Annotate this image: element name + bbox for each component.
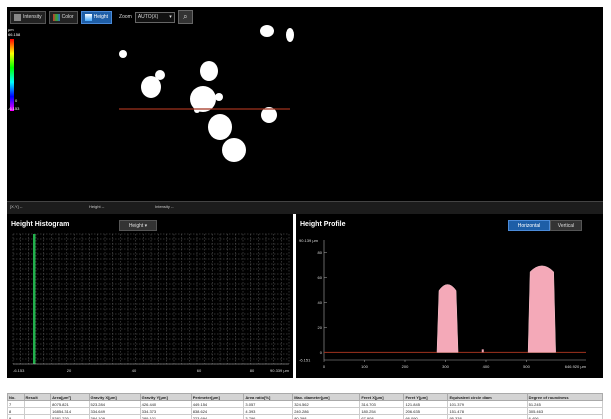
x-tick-label: 400	[483, 364, 490, 369]
y-max-label: 90.139 μm	[299, 238, 319, 243]
table-cell: 314.703	[359, 400, 405, 408]
x-tick-label: 40	[132, 368, 137, 373]
table-cell: 324.562	[292, 400, 361, 408]
table-cell: 80.398	[292, 414, 361, 419]
table-cell: 3.057	[243, 400, 294, 408]
particle	[260, 25, 274, 37]
table-cell: 206.635	[403, 407, 449, 415]
x-tick-label: 0	[323, 364, 326, 369]
table-cell	[23, 407, 52, 415]
table-cell: 7	[7, 400, 25, 408]
profile-peak	[436, 284, 459, 353]
table-cell: 6.406	[526, 414, 603, 419]
table-cell: 67.908	[359, 414, 405, 419]
y-tick-label: 80	[318, 250, 323, 255]
table-cell: 334.649	[88, 407, 141, 415]
table-header-cell[interactable]: Gravity X[μm]	[88, 393, 141, 401]
y-min-label: -6.151	[299, 358, 311, 363]
particle	[155, 70, 165, 80]
table-header-cell[interactable]: Max. diameter[μm]	[292, 393, 361, 401]
particle	[119, 50, 127, 58]
table-cell: 305.463	[526, 407, 603, 415]
table-cell: 240.286	[292, 407, 361, 415]
x-tick-label: 60	[197, 368, 202, 373]
y-tick-label: 60	[318, 275, 323, 280]
table-cell: 8075.821	[50, 400, 90, 408]
height-profile-panel: Height Profile Horizontal Vertical 90.13…	[296, 214, 603, 378]
table-cell: 289.101	[139, 414, 192, 419]
x-tick-label: 200	[402, 364, 409, 369]
histogram-chart: -6.153 20 40 60 80 90.339 μm	[12, 233, 290, 373]
particle-image	[119, 25, 294, 162]
x-tick-label: 90.339 μm	[270, 368, 290, 373]
height-readout: Height --	[89, 204, 105, 209]
table-header-cell[interactable]: Perimeter[μm]	[190, 393, 245, 401]
table-header-cell[interactable]: Feret X[μm]	[359, 393, 405, 401]
table-cell: 3.796	[243, 414, 294, 419]
table-cell: 5381.220	[50, 414, 90, 419]
x-tick-label: 500	[523, 364, 530, 369]
table-header-cell[interactable]: Feret Y[μm]	[403, 393, 449, 401]
table-cell: 51.245	[526, 400, 603, 408]
x-tick-label: 300	[442, 364, 449, 369]
table-cell: 101.379	[447, 400, 528, 408]
table-cell: 151.478	[447, 407, 528, 415]
status-bar: [X,Y] -- Height -- Intensity --	[7, 201, 603, 214]
particle	[190, 86, 216, 112]
x-tick-label: -6.153	[13, 368, 25, 373]
particle	[215, 93, 223, 101]
table-cell: 180.254	[359, 407, 405, 415]
table-row[interactable]: 7 8075.821 523.284 426.440 449.154 3.057 324.5…	[7, 400, 603, 408]
height-histogram-panel: Height Histogram Height ▾ -6.153 20 40 60 80…	[7, 214, 293, 378]
table-header-cell[interactable]: Area ratio[%]	[243, 393, 294, 401]
table-cell: 426.440	[139, 400, 192, 408]
particle	[286, 28, 294, 42]
table-cell: 9	[7, 414, 25, 419]
particles	[119, 25, 294, 162]
table-cell: 384.109	[88, 414, 141, 419]
table-cell: 523.284	[88, 400, 141, 408]
table-header-cell[interactable]: Area[μm²]	[50, 393, 90, 401]
table-cell: 838.624	[190, 407, 245, 415]
particle	[222, 138, 246, 162]
results-table: No. Result Area[μm²] Gravity X[μm] Gravity Y…	[7, 393, 603, 419]
table-header-cell[interactable]: Gravity Y[μm]	[139, 393, 192, 401]
table-cell: 16854.314	[50, 407, 90, 415]
profile-chart: 90.139 μm806040200-6.1510 100 200 300 400 500…	[299, 238, 587, 369]
table-cell: 95.338	[447, 414, 528, 419]
particle	[200, 61, 218, 81]
x-tick-label: 80	[250, 368, 255, 373]
table-cell: 334.373	[139, 407, 192, 415]
table-header-cell[interactable]: No.	[7, 393, 25, 401]
table-header-cell[interactable]: Equivalent circle diam	[447, 393, 528, 401]
table-header-cell[interactable]: Result	[23, 393, 52, 401]
table-cell: 223.694	[190, 414, 245, 419]
table-cell: 449.154	[190, 400, 245, 408]
intensity-readout: Intensity --	[155, 204, 174, 209]
y-tick-label: 40	[318, 300, 323, 305]
table-row[interactable]: 9 5381.220 384.109 289.101 223.694 3.796 80.39…	[7, 414, 603, 419]
table-header-cell[interactable]: Degree of roundness	[526, 393, 603, 401]
table-cell: 8	[7, 407, 25, 415]
particle	[219, 117, 223, 121]
table-cell	[23, 400, 52, 408]
table-cell	[23, 414, 52, 419]
table-header-row: No. Result Area[μm²] Gravity X[μm] Gravity Y…	[7, 393, 603, 401]
profile-spike	[481, 349, 484, 353]
table-cell: 4.393	[243, 407, 294, 415]
table-row[interactable]: 8 16854.314 334.649 334.373 838.624 4.393 240.…	[7, 407, 603, 415]
table-body: 7 8075.821 523.284 426.440 449.154 3.057 324.5…	[7, 400, 603, 419]
height-map-view[interactable]: Intensity Color Height Zoom AUTO(X) ▾ ⌕ μ…	[7, 7, 603, 201]
y-tick-label: 20	[318, 325, 323, 330]
x-tick-label: 100	[361, 364, 368, 369]
histogram-bar	[33, 234, 36, 364]
particle	[194, 107, 200, 113]
coord-readout: [X,Y] --	[10, 204, 23, 209]
y-tick-label: 0	[320, 350, 323, 355]
table-cell: 121.845	[403, 400, 449, 408]
x-tick-label: 20	[67, 368, 72, 373]
x-tick-label: 646.920 μm	[565, 364, 587, 369]
table-cell: 66.090	[403, 414, 449, 419]
profile-peak	[527, 265, 556, 353]
